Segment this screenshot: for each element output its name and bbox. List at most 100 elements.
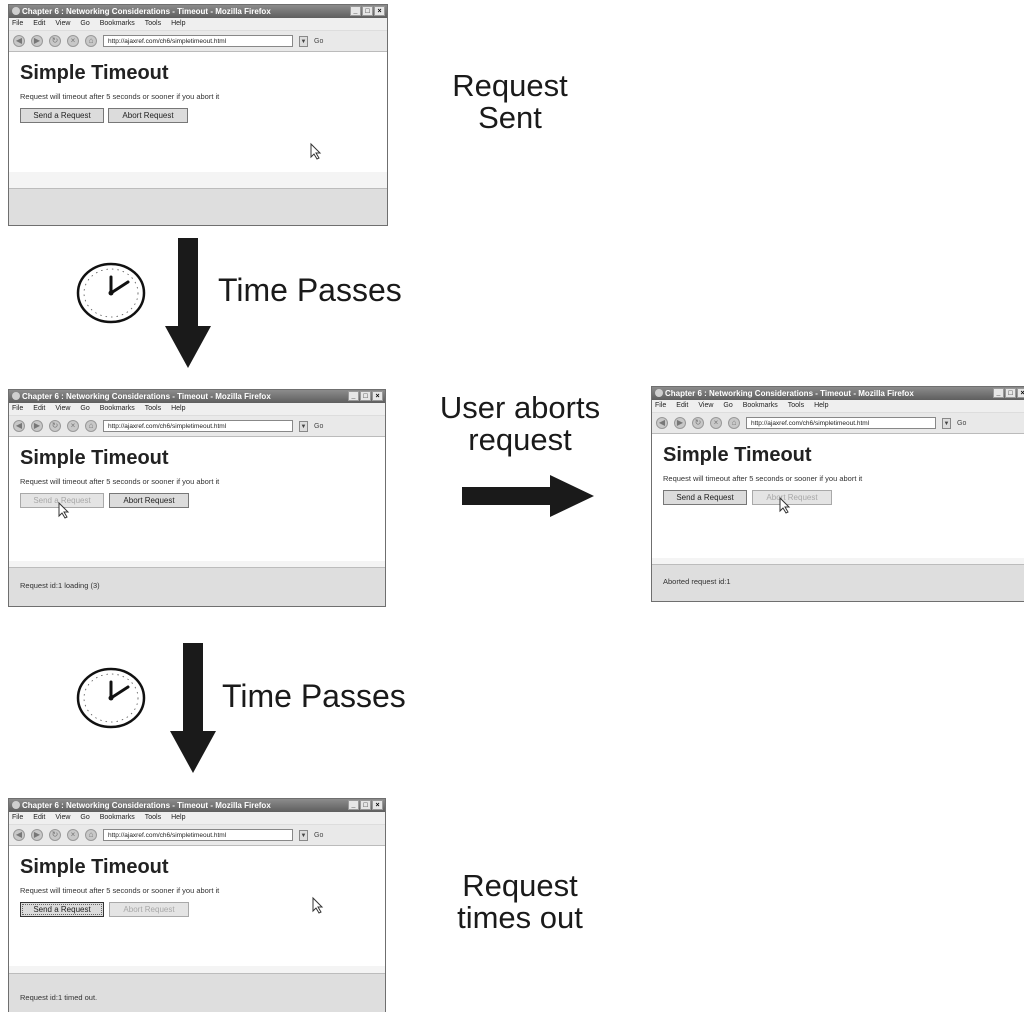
go-button[interactable]: Go: [314, 38, 323, 45]
menu-tools[interactable]: Tools: [145, 812, 161, 824]
caption-request-sent: Request Sent: [440, 70, 580, 134]
menu-tools[interactable]: Tools: [145, 403, 161, 415]
url-bar[interactable]: http://ajaxref.com/ch6/simpletimeout.htm…: [103, 420, 293, 432]
home-icon[interactable]: ⌂: [728, 417, 740, 429]
close-icon[interactable]: ×: [1017, 388, 1024, 398]
back-icon[interactable]: ◀: [13, 420, 25, 432]
abort-request-button[interactable]: Abort Request: [752, 490, 832, 505]
forward-icon[interactable]: ▶: [674, 417, 686, 429]
menu-view[interactable]: View: [55, 812, 70, 824]
menu-edit[interactable]: Edit: [33, 812, 45, 824]
menu-file[interactable]: File: [655, 400, 666, 412]
home-icon[interactable]: ⌂: [85, 420, 97, 432]
menu-go[interactable]: Go: [80, 403, 89, 415]
url-dropdown-icon[interactable]: ▼: [299, 35, 308, 47]
clock-icon: [76, 667, 146, 729]
maximize-icon[interactable]: □: [360, 800, 371, 810]
menu-bookmarks[interactable]: Bookmarks: [100, 812, 135, 824]
back-icon[interactable]: ◀: [656, 417, 668, 429]
go-button[interactable]: Go: [957, 420, 966, 427]
caption-user-aborts: User aborts request: [424, 392, 616, 456]
url-bar[interactable]: http://ajaxref.com/ch6/simpletimeout.htm…: [103, 829, 293, 841]
navigation-toolbar: ◀ ▶ ↻ × ⌂ http://ajaxref.com/ch6/simplet…: [9, 416, 385, 437]
forward-icon[interactable]: ▶: [31, 829, 43, 841]
close-icon[interactable]: ×: [374, 6, 385, 16]
send-request-button[interactable]: Send a Request: [20, 902, 104, 917]
page-description: Request will timeout after 5 seconds or …: [20, 886, 220, 895]
send-request-button[interactable]: Send a Request: [20, 108, 104, 123]
browser-window-timed-out: Chapter 6 : Networking Considerations - …: [8, 798, 386, 1012]
menu-file[interactable]: File: [12, 812, 23, 824]
stop-icon[interactable]: ×: [67, 829, 79, 841]
url-bar[interactable]: http://ajaxref.com/ch6/simpletimeout.htm…: [103, 35, 293, 47]
menu-edit[interactable]: Edit: [33, 18, 45, 30]
menu-help[interactable]: Help: [171, 18, 185, 30]
go-button[interactable]: Go: [314, 832, 323, 839]
abort-request-button[interactable]: Abort Request: [109, 902, 189, 917]
menu-tools[interactable]: Tools: [145, 18, 161, 30]
navigation-toolbar: ◀ ▶ ↻ × ⌂ http://ajaxref.com/ch6/simplet…: [9, 31, 387, 52]
minimize-icon[interactable]: _: [993, 388, 1004, 398]
close-icon[interactable]: ×: [372, 800, 383, 810]
send-request-button[interactable]: Send a Request: [663, 490, 747, 505]
home-icon[interactable]: ⌂: [85, 829, 97, 841]
close-icon[interactable]: ×: [372, 391, 383, 401]
stop-icon[interactable]: ×: [67, 35, 79, 47]
reload-icon[interactable]: ↻: [49, 35, 61, 47]
stop-icon[interactable]: ×: [710, 417, 722, 429]
menu-help[interactable]: Help: [171, 403, 185, 415]
back-icon[interactable]: ◀: [13, 829, 25, 841]
menu-bookmarks[interactable]: Bookmarks: [100, 403, 135, 415]
menu-bookmarks[interactable]: Bookmarks: [743, 400, 778, 412]
menu-view[interactable]: View: [55, 18, 70, 30]
menu-view[interactable]: View: [698, 400, 713, 412]
menu-help[interactable]: Help: [171, 812, 185, 824]
abort-request-button[interactable]: Abort Request: [109, 493, 189, 508]
navigation-toolbar: ◀ ▶ ↻ × ⌂ http://ajaxref.com/ch6/simplet…: [652, 413, 1024, 434]
caption-request-sent-line2: Sent: [478, 100, 542, 135]
menubar: File Edit View Go Bookmarks Tools Help: [9, 18, 387, 31]
menu-go[interactable]: Go: [80, 812, 89, 824]
menu-go[interactable]: Go: [80, 18, 89, 30]
minimize-icon[interactable]: _: [348, 391, 359, 401]
menu-go[interactable]: Go: [723, 400, 732, 412]
minimize-icon[interactable]: _: [348, 800, 359, 810]
minimize-icon[interactable]: _: [350, 6, 361, 16]
window-controls: _□×: [348, 391, 383, 401]
url-dropdown-icon[interactable]: ▼: [299, 420, 308, 432]
menu-help[interactable]: Help: [814, 400, 828, 412]
menu-edit[interactable]: Edit: [676, 400, 688, 412]
menu-view[interactable]: View: [55, 403, 70, 415]
url-dropdown-icon[interactable]: ▼: [942, 417, 951, 429]
reload-icon[interactable]: ↻: [692, 417, 704, 429]
url-bar[interactable]: http://ajaxref.com/ch6/simpletimeout.htm…: [746, 417, 936, 429]
browser-window-loading: Chapter 6 : Networking Considerations - …: [8, 389, 386, 607]
cursor-icon: [779, 496, 791, 514]
reload-icon[interactable]: ↻: [49, 829, 61, 841]
forward-icon[interactable]: ▶: [31, 420, 43, 432]
menu-bookmarks[interactable]: Bookmarks: [100, 18, 135, 30]
page-description: Request will timeout after 5 seconds or …: [663, 474, 863, 483]
status-bar: Aborted request id:1: [652, 564, 1024, 601]
menu-file[interactable]: File: [12, 403, 23, 415]
caption-user-aborts-line2: request: [468, 422, 572, 457]
maximize-icon[interactable]: □: [1005, 388, 1016, 398]
page-heading: Simple Timeout: [20, 62, 169, 84]
forward-icon[interactable]: ▶: [31, 35, 43, 47]
caption-times-out-line2: times out: [457, 900, 583, 935]
stop-icon[interactable]: ×: [67, 420, 79, 432]
maximize-icon[interactable]: □: [360, 391, 371, 401]
menu-edit[interactable]: Edit: [33, 403, 45, 415]
url-dropdown-icon[interactable]: ▼: [299, 829, 308, 841]
back-icon[interactable]: ◀: [13, 35, 25, 47]
caption-times-out-line1: Request: [462, 868, 578, 903]
home-icon[interactable]: ⌂: [85, 35, 97, 47]
abort-request-button[interactable]: Abort Request: [108, 108, 188, 123]
maximize-icon[interactable]: □: [362, 6, 373, 16]
page-heading: Simple Timeout: [20, 856, 169, 878]
clock-icon: [76, 262, 146, 324]
reload-icon[interactable]: ↻: [49, 420, 61, 432]
menu-file[interactable]: File: [12, 18, 23, 30]
menu-tools[interactable]: Tools: [788, 400, 804, 412]
go-button[interactable]: Go: [314, 423, 323, 430]
